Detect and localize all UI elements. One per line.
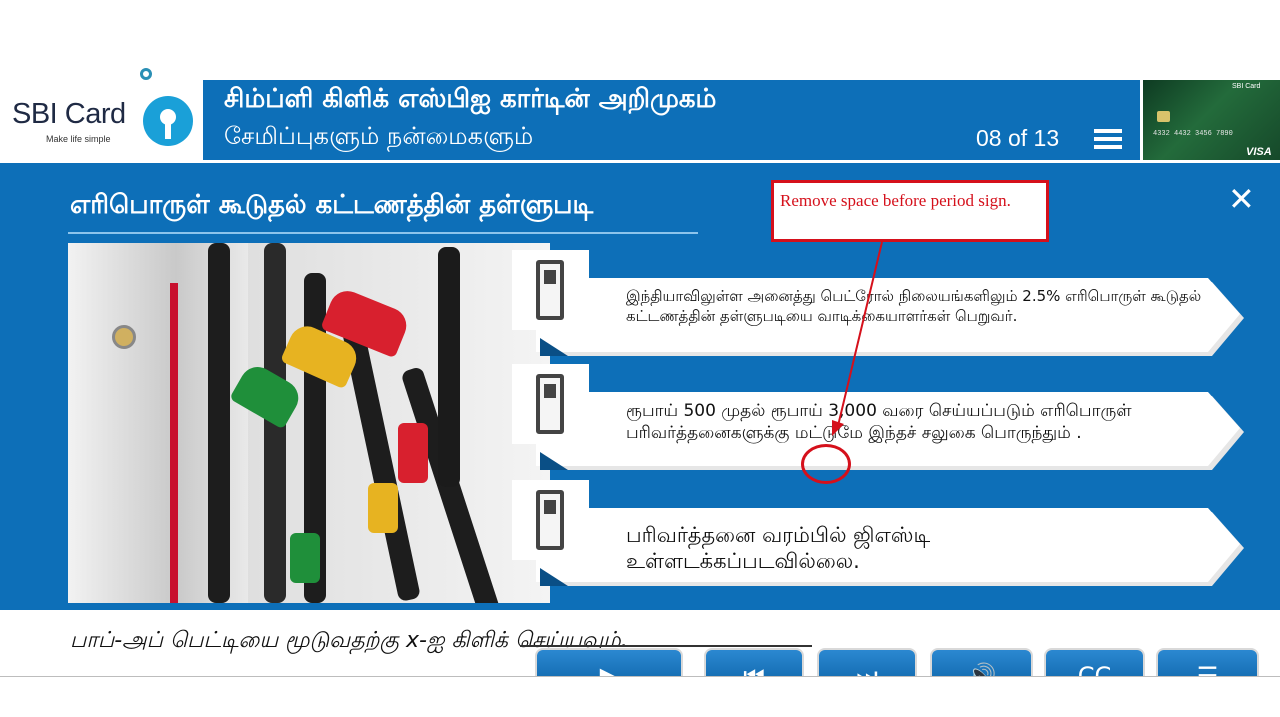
review-pointer-arrow <box>832 241 883 436</box>
fuel-pump-icon <box>536 490 564 550</box>
fuel-pump-icon <box>536 260 564 320</box>
strike-through-mark <box>520 645 812 647</box>
logo-tagline: Make life simple <box>46 134 111 144</box>
info-text-2: ரூபாய் 500 முதல் ரூபாய் 3,000 வரை செய்யப… <box>626 401 1132 443</box>
info-text-1: இந்தியாவிலுள்ள அனைத்து பெட்ரோல் நிலையங்க… <box>626 287 1202 325</box>
sbi-logo-icon <box>143 96 193 146</box>
logo-ring-icon <box>140 68 152 80</box>
card-network: VISA <box>1246 146 1272 158</box>
course-title: சிம்ப்ளி கிளிக் எஸ்பிஐ கார்டின் அறிமுகம் <box>224 84 717 114</box>
info-icon-tile-3 <box>512 480 589 560</box>
card-chip <box>1157 111 1170 122</box>
window-bottom-edge <box>0 676 1280 717</box>
page-indicator: 08 of 13 <box>976 125 1060 151</box>
card-number: 4332 4432 3456 7890 <box>1153 130 1233 138</box>
hamburger-menu-icon[interactable] <box>1094 129 1122 149</box>
info-text-3: பரிவர்த்தனை வரம்பில் ஜிஎஸ்டி உள்ளடக்கப்ப… <box>626 523 931 573</box>
review-comment-box: Remove space before period sign. <box>771 180 1049 242</box>
logo-wordmark: SBI Card <box>12 98 126 130</box>
fuel-pump-icon <box>536 374 564 434</box>
popup-title: எரிபொருள் கூடுதல் கட்டணத்தின் தள்ளுபடி <box>70 190 594 220</box>
course-subtitle: சேமிப்புகளும் நன்மைகளும் <box>224 122 534 150</box>
title-underline <box>68 232 698 234</box>
review-highlight-circle <box>801 444 851 484</box>
fuel-nozzle-photo <box>68 243 550 603</box>
close-icon[interactable]: ✕ <box>1228 183 1255 215</box>
info-icon-tile-1 <box>512 250 589 330</box>
card-brand: SBI Card <box>1232 83 1261 90</box>
info-icon-tile-2 <box>512 364 589 444</box>
